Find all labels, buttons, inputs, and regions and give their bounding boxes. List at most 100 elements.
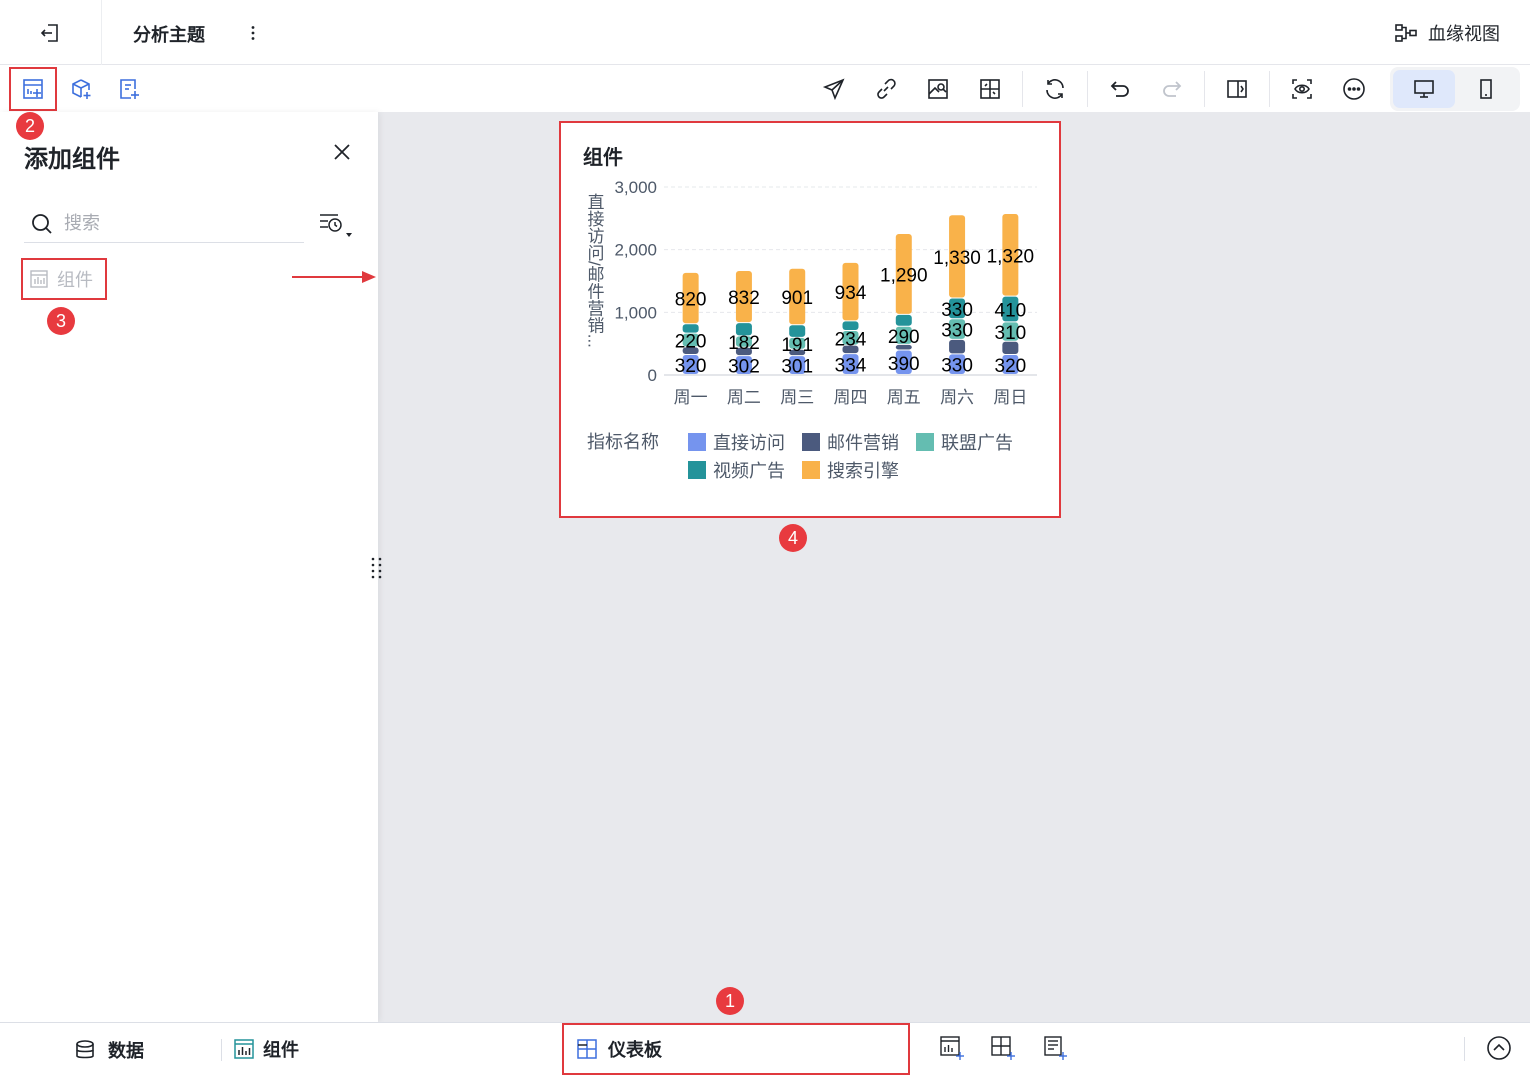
data-label: 301 (781, 357, 813, 378)
collapse-up-button[interactable] (1486, 1035, 1512, 1061)
toolbar-separator (1269, 71, 1270, 107)
link-icon (877, 78, 896, 99)
top-bar: 分析主题 血缘视图 (0, 0, 1530, 65)
x-tick-label: 周日 (993, 388, 1027, 407)
component-tab-label: 组件 (263, 1040, 299, 1060)
chart-component-card[interactable]: 组件 0 1,000 2,000 3,000 直接访问/邮件营销... 320 220 820… (559, 121, 1061, 518)
data-label: 390 (888, 354, 920, 375)
legend-label: 直接访问 (713, 433, 785, 453)
legend-title: 指标名称 (587, 432, 659, 452)
add-component-tab-button[interactable] (937, 1033, 967, 1063)
step-badge-3: 3 (47, 307, 75, 335)
component-list-item[interactable]: 组件 (21, 258, 107, 300)
image-search-icon (928, 79, 948, 99)
data-tab[interactable]: 数据 (74, 1037, 144, 1063)
toolbar (0, 65, 1530, 112)
undo-icon (1110, 81, 1129, 97)
send-icon (822, 78, 845, 101)
preview-eye-icon (1292, 79, 1312, 99)
bottom-bar: 数据 组件 仪表板 (0, 1022, 1530, 1085)
toolbar-separator (1022, 71, 1023, 107)
close-panel-button[interactable] (330, 140, 354, 164)
bar-segment (895, 314, 912, 326)
layout-button[interactable] (964, 67, 1016, 111)
data-label: 182 (728, 333, 760, 354)
undo-button[interactable] (1094, 67, 1146, 111)
add-component-panel: 添加组件 组件 (0, 112, 382, 1022)
data-label: 334 (835, 356, 867, 377)
add-dashboard-tab-button[interactable] (988, 1033, 1018, 1063)
data-label: 191 (781, 335, 813, 356)
step-badge-2: 2 (16, 112, 44, 140)
desktop-view-button[interactable] (1393, 70, 1455, 108)
recent-filter-button[interactable] (316, 208, 356, 240)
panel-title: 添加组件 (24, 146, 120, 173)
add-chart-icon (940, 1036, 964, 1060)
y-tick-label: 2,000 (614, 241, 657, 260)
panel-toggle-button[interactable] (1211, 67, 1263, 111)
image-export-button[interactable] (912, 67, 964, 111)
bar-segment (789, 325, 806, 337)
search-input[interactable] (64, 213, 284, 234)
add-component-button[interactable] (9, 67, 57, 111)
y-tick-label: 1,000 (614, 303, 657, 322)
mobile-view-button[interactable] (1455, 70, 1517, 108)
exit-button[interactable] (30, 17, 70, 49)
mobile-icon (1480, 79, 1492, 99)
legend-label: 邮件营销 (827, 433, 899, 453)
data-label: 330 (941, 300, 973, 321)
close-icon (334, 144, 350, 160)
dashboard-tab[interactable]: 仪表板 (562, 1023, 910, 1075)
preview-button[interactable] (1276, 67, 1328, 111)
chart-component-icon (30, 270, 48, 288)
data-label: 1,330 (933, 248, 981, 269)
redo-icon (1163, 81, 1182, 97)
x-tick-label: 周五 (887, 388, 921, 407)
stacked-bar-chart: 0 1,000 2,000 3,000 直接访问/邮件营销... 320 220 820 周一 3… (585, 178, 1037, 481)
data-label: 1,320 (987, 246, 1035, 267)
add-document-icon (120, 79, 139, 99)
desktop-icon (1414, 80, 1434, 98)
lineage-view-button[interactable]: 血缘视图 (1394, 20, 1500, 46)
lineage-label: 血缘视图 (1428, 24, 1500, 44)
refresh-icon (1046, 79, 1064, 99)
title-more-button[interactable] (244, 20, 262, 46)
legend-swatch (802, 461, 820, 479)
legend-label: 视频广告 (713, 461, 785, 481)
add-filter-component-button[interactable] (57, 67, 105, 111)
step-badge-4: 4 (779, 524, 807, 552)
legend-swatch (802, 433, 820, 451)
panel-resize-handle[interactable] (370, 556, 384, 580)
exit-icon (40, 24, 58, 42)
more-button[interactable] (1328, 67, 1380, 111)
lineage-icon (1395, 24, 1417, 42)
data-tab-label: 数据 (108, 1041, 144, 1061)
topbar-divider (101, 0, 102, 65)
more-horizontal-icon (1343, 78, 1365, 100)
refresh-button[interactable] (1029, 67, 1081, 111)
redo-button[interactable] (1146, 67, 1198, 111)
dashboard-tab-label: 仪表板 (608, 1040, 662, 1060)
bar-segment (949, 339, 966, 354)
data-label: 832 (728, 288, 760, 309)
drag-arrow (292, 271, 376, 283)
data-label: 934 (835, 283, 867, 304)
send-button[interactable] (808, 67, 860, 111)
data-label: 220 (675, 332, 707, 353)
x-tick-label: 周二 (727, 388, 761, 407)
page-title: 分析主题 (133, 25, 205, 45)
search-icon (32, 213, 52, 234)
toolbar-separator (1204, 71, 1205, 107)
legend-swatch (688, 433, 706, 451)
data-label: 901 (781, 288, 813, 309)
add-text-component-button[interactable] (105, 67, 153, 111)
y-tick-label: 0 (648, 366, 657, 385)
link-button[interactable] (860, 67, 912, 111)
device-switch (1390, 67, 1520, 111)
x-tick-label: 周四 (834, 388, 868, 407)
component-tab[interactable]: 组件 (233, 1036, 299, 1062)
x-tick-label: 周一 (674, 388, 708, 407)
add-report-tab-button[interactable] (1040, 1033, 1070, 1063)
data-label: 330 (941, 321, 973, 342)
bar-segment (735, 323, 752, 336)
